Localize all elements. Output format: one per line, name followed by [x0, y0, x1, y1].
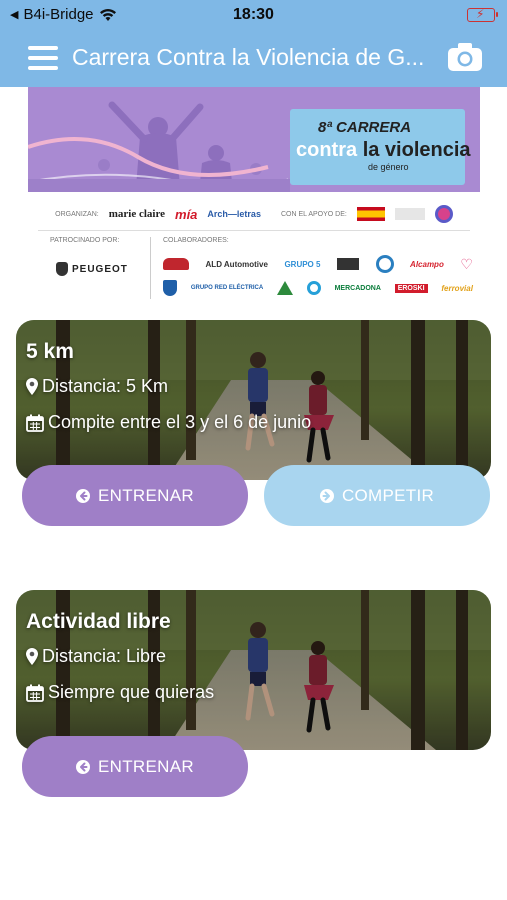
banner-race-title-b: la violencia: [362, 139, 471, 161]
card-distance: Distancia: 5 Km: [26, 376, 168, 397]
platform-logo-icon: [336, 258, 359, 270]
circle-logo-icon: [375, 255, 394, 273]
crest-logo-icon: [163, 280, 177, 296]
camera-icon[interactable]: [447, 42, 483, 72]
banner-race-title-a: contra: [296, 139, 358, 161]
page-title: Carrera Contra la Violencia de G...: [72, 44, 425, 70]
gov-flag-icon: [356, 207, 385, 221]
calendar-icon: [26, 684, 44, 702]
charging-bolt-icon: ⚡: [476, 7, 485, 21]
patrocinado-label: PATROCINADO POR:: [50, 237, 120, 244]
support-logo-icon: [434, 205, 453, 223]
battery-icon: ⚡: [467, 7, 498, 22]
status-time: 18:30: [233, 6, 274, 23]
card-schedule-text: Siempre que quieras: [48, 682, 215, 702]
collab-logo-7: ferrovial: [441, 283, 473, 293]
collaborators-row-2: GRUPO RED ELÉCTRICA MERCADONA EROSKI fer…: [163, 280, 473, 296]
gov-logo-icon: [394, 208, 425, 220]
banner-race-title: contra la violencia: [296, 139, 471, 162]
org-logo-3: Arch—letras: [207, 209, 261, 219]
collab-logo-6: EROSKI: [394, 283, 428, 293]
banner-divider: [38, 230, 470, 231]
apoyo-label: CON EL APOYO DE:: [280, 210, 347, 218]
collab-logo-5: MERCADONA: [334, 284, 381, 292]
colaboradores-label: COLABORADORES:: [163, 237, 229, 244]
app-header: Carrera Contra la Violencia de G...: [0, 30, 507, 87]
card-schedule: Siempre que quieras: [26, 682, 214, 703]
collaborators-row-1: ALD Automotive GRUPO 5 Alcampo ♡: [163, 255, 473, 273]
train-button-label: ENTRENAR: [98, 756, 194, 776]
collab-logo-1: ALD Automotive: [205, 259, 268, 269]
triangle-logo-icon: [276, 281, 293, 295]
card-schedule: Compite entre el 3 y el 6 de junio: [26, 412, 311, 433]
status-bar: ◀ B4i-Bridge 18:30 ⚡: [0, 0, 507, 30]
lion-icon: [56, 262, 68, 276]
banner-race-number: 8ª CARRERA: [318, 119, 412, 136]
recycle-logo-icon: [306, 281, 321, 295]
card-schedule-text: Compite entre el 3 y el 6 de junio: [48, 412, 312, 432]
banner-artwork: 8ª CARRERA contra la violencia de género: [28, 87, 480, 192]
card-title: Actividad libre: [26, 610, 171, 633]
arrow-left-circle-icon: [76, 488, 91, 503]
train-button-label: ENTRENAR: [98, 485, 194, 505]
map-pin-icon: [26, 378, 38, 395]
organizers-row: ORGANIZAN: marie claire mía Arch—letras …: [28, 203, 480, 225]
organizan-label: ORGANIZAN:: [55, 210, 99, 218]
heart-logo-icon: ♡: [460, 255, 473, 272]
collab-logo-4: GRUPO RED ELÉCTRICA: [190, 285, 264, 291]
map-pin-icon: [26, 648, 38, 665]
runners-photo: [16, 320, 491, 480]
collab-logo-2: GRUPO 5: [284, 259, 321, 269]
card-distance: Distancia: Libre: [26, 646, 166, 667]
card-distance-text: Distancia: 5 Km: [42, 376, 169, 396]
car-logo-icon: [163, 258, 189, 270]
card-title: 5 km: [26, 340, 74, 363]
race-card-free[interactable]: Actividad libre Distancia: Libre Siempre…: [16, 590, 491, 750]
hamburger-menu-icon[interactable]: [28, 44, 58, 72]
arrow-right-circle-icon: [319, 488, 334, 503]
event-banner: 8ª CARRERA contra la violencia de género…: [28, 87, 480, 313]
sponsor-divider: [150, 237, 151, 299]
arrow-left-circle-icon: [76, 759, 91, 774]
banner-race-subtitle: de género: [368, 162, 409, 172]
train-button-free[interactable]: ENTRENAR: [22, 736, 248, 797]
collab-logo-3: Alcampo: [410, 259, 444, 269]
race-card-5km[interactable]: 5 km Distancia: 5 Km Compite entre el 3 …: [16, 320, 491, 480]
calendar-icon: [26, 414, 44, 432]
compete-button-label: COMPETIR: [341, 485, 435, 505]
peugeot-logo: PEUGEOT: [56, 262, 128, 276]
train-button-5km[interactable]: ENTRENAR: [22, 465, 248, 526]
card-distance-text: Distancia: Libre: [42, 646, 167, 666]
org-logo-1: marie claire: [108, 208, 166, 220]
compete-button-5km[interactable]: COMPETIR: [264, 465, 490, 526]
org-logo-2: mía: [175, 206, 198, 222]
sponsor-name: PEUGEOT: [72, 263, 128, 275]
